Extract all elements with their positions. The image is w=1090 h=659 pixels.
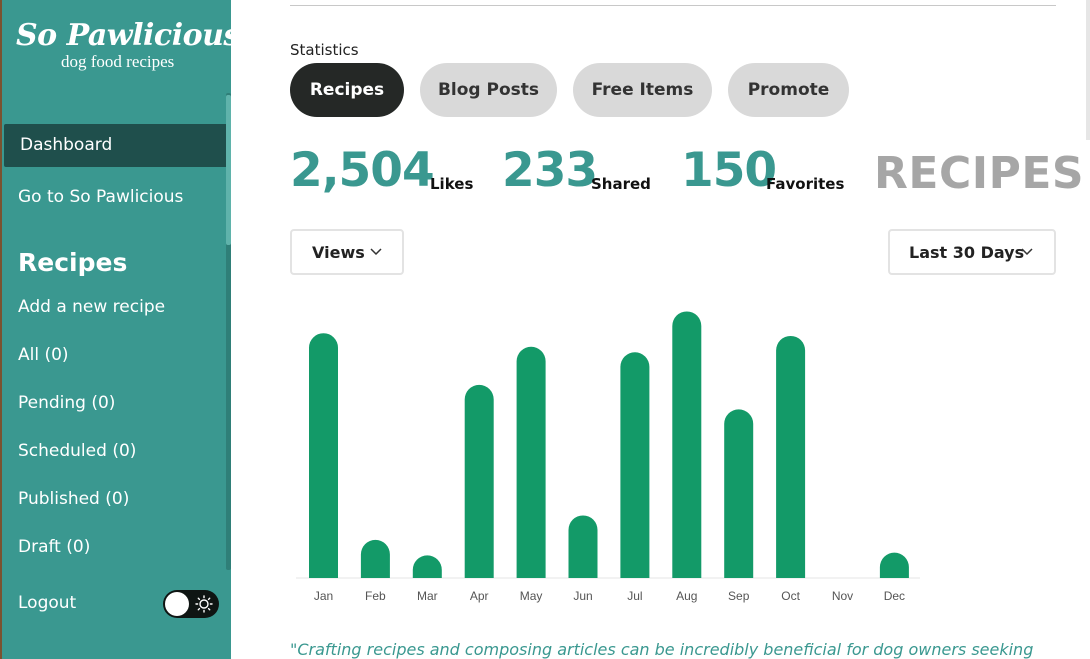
- chart-bar-mar[interactable]: [412, 555, 442, 578]
- likes-count: 2,504: [290, 143, 435, 198]
- toggle-knob: [165, 592, 189, 616]
- sidebar-item-all[interactable]: All (0): [18, 345, 69, 365]
- page-scrollbar[interactable]: [1086, 0, 1090, 140]
- sidebar-item-label: Dashboard: [20, 135, 113, 155]
- sidebar-item-go-to-site[interactable]: Go to So Pawlicious: [18, 187, 183, 207]
- x-tick-label: Sep: [728, 589, 750, 603]
- sidebar: So Pawlicious dog food recipes Dashboard…: [2, 0, 231, 659]
- metric-dropdown[interactable]: Views: [290, 229, 404, 275]
- sidebar-item-scheduled[interactable]: Scheduled (0): [18, 441, 136, 461]
- date-range-label: Last 30 Days: [909, 243, 1025, 262]
- tab-free-items[interactable]: Free Items: [573, 63, 712, 117]
- logo-subtitle: dog food recipes: [61, 52, 175, 71]
- sun-icon: [195, 595, 213, 613]
- tab-promote[interactable]: Promote: [728, 63, 849, 117]
- logo[interactable]: So Pawlicious dog food recipes: [16, 18, 231, 78]
- chart-bar-aug[interactable]: [672, 311, 702, 578]
- sidebar-item-published[interactable]: Published (0): [18, 489, 129, 509]
- chart-bar-sep[interactable]: [724, 409, 754, 578]
- x-tick-label: Feb: [365, 589, 386, 603]
- chart-bar-dec[interactable]: [879, 552, 909, 578]
- x-tick-label: Oct: [781, 589, 800, 603]
- x-tick-label: Dec: [884, 589, 905, 603]
- metric-dropdown-label: Views: [312, 243, 365, 262]
- x-tick-label: Nov: [832, 589, 853, 603]
- chart-bar-may[interactable]: [516, 346, 546, 578]
- chart-bar-feb[interactable]: [360, 539, 390, 578]
- chart-bar-jul[interactable]: [620, 352, 650, 578]
- chart-bar-jun[interactable]: [568, 515, 598, 578]
- favorites-count: 150: [681, 143, 777, 198]
- statistics-label: Statistics: [290, 41, 359, 59]
- favorites-label: Favorites: [766, 175, 845, 193]
- logout-link[interactable]: Logout: [18, 593, 76, 613]
- chart-bar-apr[interactable]: [464, 384, 494, 578]
- x-tick-label: Jul: [627, 589, 642, 603]
- intro-quote: "Crafting recipes and composing articles…: [290, 640, 1034, 659]
- date-range-dropdown[interactable]: Last 30 Days: [888, 229, 1056, 275]
- x-tick-label: May: [520, 589, 543, 603]
- sidebar-item-draft[interactable]: Draft (0): [18, 537, 90, 557]
- x-tick-label: Jun: [573, 589, 592, 603]
- section-title: RECIPES: [874, 148, 1085, 199]
- sidebar-scrollbar-thumb[interactable]: [226, 95, 231, 245]
- x-tick-label: Aug: [676, 589, 697, 603]
- x-tick-label: Mar: [417, 589, 438, 603]
- theme-toggle[interactable]: [163, 590, 219, 618]
- chevron-down-icon: [1021, 248, 1033, 256]
- sidebar-section-heading: Recipes: [18, 248, 128, 277]
- likes-label: Likes: [430, 175, 474, 193]
- views-bar-chart: Jan Feb Mar Apr May Jun Jul Aug Sep Oct Nov Dec: [296, 311, 920, 603]
- shared-count: 233: [502, 143, 598, 198]
- sidebar-item-add-recipe[interactable]: Add a new recipe: [18, 297, 165, 317]
- tab-recipes[interactable]: Recipes: [290, 63, 404, 117]
- logo-title: So Pawlicious: [16, 18, 231, 53]
- x-tick-label: Jan: [314, 589, 333, 603]
- chart-bar-jan[interactable]: [309, 333, 338, 578]
- top-divider: [290, 5, 1056, 6]
- sidebar-item-dashboard[interactable]: Dashboard: [4, 124, 228, 167]
- chevron-down-icon: [370, 248, 382, 256]
- tab-blog-posts[interactable]: Blog Posts: [420, 63, 557, 117]
- x-tick-label: Apr: [470, 589, 489, 603]
- chart-bar-oct[interactable]: [776, 335, 806, 578]
- sidebar-item-pending[interactable]: Pending (0): [18, 393, 115, 413]
- shared-label: Shared: [591, 175, 651, 193]
